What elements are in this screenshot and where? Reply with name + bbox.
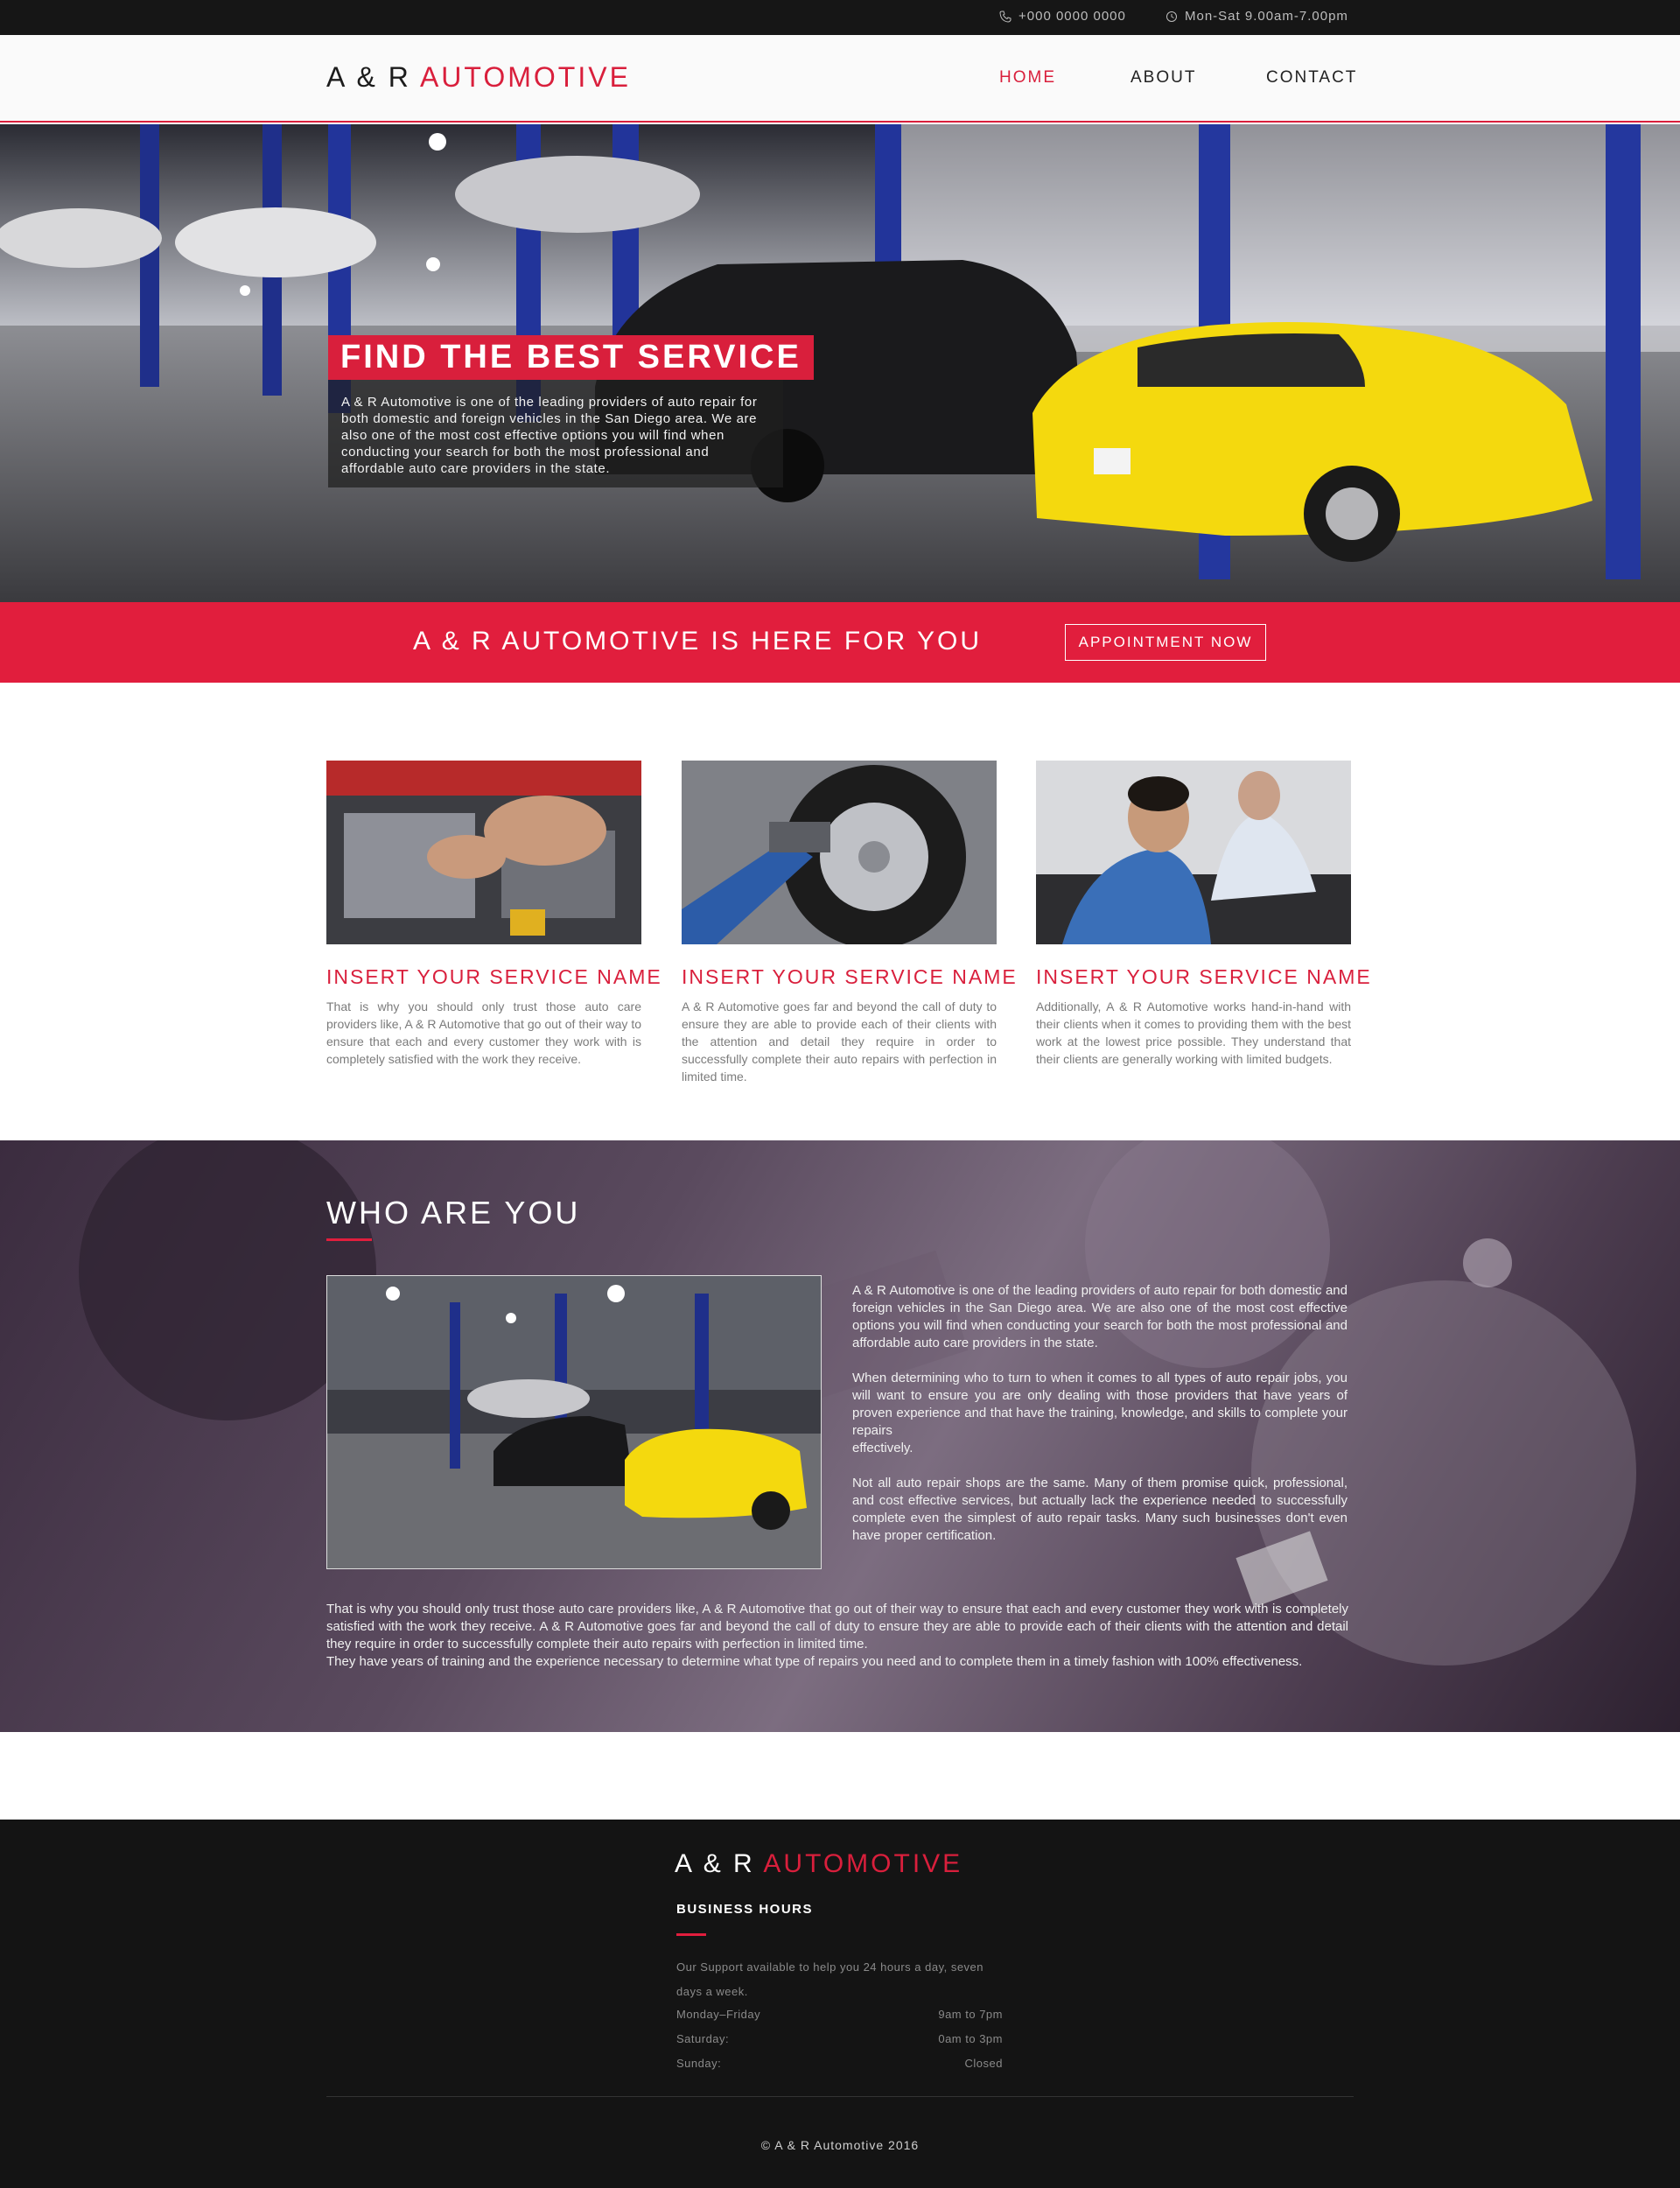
clock-icon — [1166, 11, 1177, 22]
copyright: © A & R Automotive 2016 — [760, 2138, 920, 2152]
hours-day: Monday–Friday — [676, 2008, 761, 2021]
hero-banner: FIND THE BEST SERVICE A & R Automotive i… — [0, 124, 1680, 602]
who-paragraphs: A & R Automotive is one of the leading p… — [852, 1282, 1348, 1562]
footer-divider — [326, 2096, 1354, 2097]
footer-logo-accent: AUTOMOTIVE — [763, 1849, 963, 1878]
hours-text: Mon-Sat 9.00am-7.00pm — [1185, 9, 1348, 24]
who-paragraph: Not all auto repair shops are the same. … — [852, 1476, 1348, 1543]
engine-photo — [326, 761, 641, 944]
workshop-photo — [326, 1275, 822, 1569]
page: +000 0000 0000 Mon-Sat 9.00am-7.00pm A &… — [0, 0, 1680, 2188]
business-hours-heading: BUSINESS HOURS — [676, 1902, 814, 1917]
tire-photo — [682, 761, 997, 944]
service-description: Additionally, A & R Automotive works han… — [1036, 999, 1351, 1066]
footer-logo-main: A & R — [675, 1849, 764, 1878]
site-header: A & R AUTOMOTIVE HOME ABOUT CONTACT — [0, 35, 1680, 123]
title-underline — [326, 1238, 372, 1241]
phone-number: +000 0000 0000 — [1018, 9, 1126, 24]
hero-description: A & R Automotive is one of the leading p… — [341, 395, 758, 476]
heading-underline — [676, 1933, 706, 1936]
service-card: INSERT YOUR SERVICE NAME That is why you… — [326, 761, 662, 1068]
logo-accent: AUTOMOTIVE — [419, 61, 631, 93]
phone-icon — [999, 11, 1012, 23]
site-footer: A & R AUTOMOTIVE BUSINESS HOURS Our Supp… — [0, 1820, 1680, 2188]
service-description: A & R Automotive goes far and beyond the… — [682, 999, 997, 1083]
who-summary: That is why you should only trust those … — [326, 1602, 1348, 1669]
logo-main: A & R — [326, 61, 420, 93]
service-title: INSERT YOUR SERVICE NAME — [326, 965, 662, 988]
nav-about[interactable]: ABOUT — [1130, 68, 1196, 88]
opening-hours: Mon-Sat 9.00am-7.00pm — [1166, 9, 1348, 24]
cta-band: A & R AUTOMOTIVE IS HERE FOR YOU APPOINT… — [0, 602, 1680, 683]
nav-home[interactable]: HOME — [999, 68, 1056, 88]
section-title: WHO ARE YOU — [326, 1195, 581, 1231]
mechanics-photo — [1036, 761, 1351, 944]
who-paragraph: A & R Automotive is one of the leading p… — [852, 1283, 1348, 1350]
service-card: INSERT YOUR SERVICE NAME A & R Automotiv… — [682, 761, 1018, 1085]
service-description: That is why you should only trust those … — [326, 999, 641, 1066]
cta-text: A & R AUTOMOTIVE IS HERE FOR YOU — [413, 627, 983, 656]
top-bar: +000 0000 0000 Mon-Sat 9.00am-7.00pm — [0, 0, 1680, 35]
hours-time: 9am to 7pm — [938, 2008, 1003, 2021]
hours-row: Sunday: Closed — [676, 2057, 1003, 2070]
hours-time: Closed — [964, 2057, 1003, 2070]
hours-day: Sunday: — [676, 2057, 722, 2070]
garage-photo — [0, 124, 1680, 602]
who-section: WHO ARE YOU A & R Automotive is one of t… — [0, 1140, 1680, 1732]
who-paragraph: When determining who to turn to when it … — [852, 1371, 1348, 1455]
phone-info[interactable]: +000 0000 0000 — [999, 9, 1126, 24]
support-description: Our Support available to help you 24 hou… — [676, 1960, 984, 1998]
service-title: INSERT YOUR SERVICE NAME — [682, 965, 1018, 988]
service-title: INSERT YOUR SERVICE NAME — [1036, 965, 1372, 988]
nav-contact[interactable]: CONTACT — [1266, 68, 1357, 88]
hero-title: FIND THE BEST SERVICE — [328, 335, 814, 380]
footer-logo[interactable]: A & R AUTOMOTIVE — [675, 1849, 962, 1879]
logo[interactable]: A & R AUTOMOTIVE — [326, 61, 631, 94]
hours-time: 0am to 3pm — [938, 2032, 1003, 2045]
hours-row: Monday–Friday 9am to 7pm — [676, 2008, 1003, 2021]
hours-row: Saturday: 0am to 3pm — [676, 2032, 1003, 2045]
appointment-button[interactable]: APPOINTMENT NOW — [1065, 624, 1266, 661]
hours-day: Saturday: — [676, 2032, 730, 2045]
service-card: INSERT YOUR SERVICE NAME Additionally, A… — [1036, 761, 1372, 1068]
